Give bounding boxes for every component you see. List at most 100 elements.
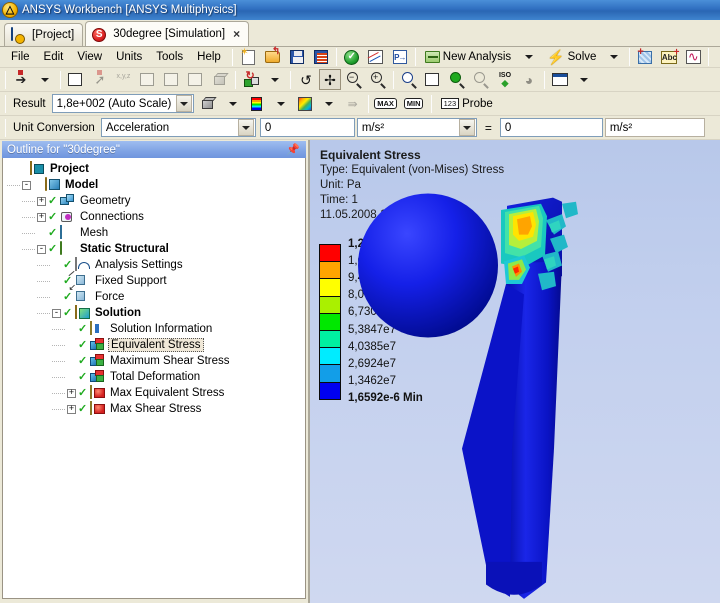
look-at-icon[interactable]: ◕ xyxy=(518,69,540,90)
body-select-icon[interactable] xyxy=(209,69,231,90)
tree-item-max-equivalent-stress[interactable]: + ✓ Max Equivalent Stress xyxy=(7,385,305,401)
uc-divider-0 xyxy=(5,118,6,137)
menu-units[interactable]: Units xyxy=(109,49,149,65)
chart-icon[interactable] xyxy=(365,47,387,68)
min-tag-icon[interactable]: MIN xyxy=(401,93,427,114)
parameters-icon[interactable]: P→ xyxy=(389,47,411,68)
tree-item-force[interactable]: ✓ Force xyxy=(7,289,305,305)
extend-selection-icon[interactable]: ➚ xyxy=(89,69,111,90)
menu-file[interactable]: File xyxy=(4,49,37,65)
legend-bands-icon[interactable] xyxy=(246,93,268,114)
save-icon[interactable] xyxy=(286,47,308,68)
tree-item-maximum-shear-stress[interactable]: ✓ Maximum Shear Stress xyxy=(7,353,305,369)
tree-item-fixed-support[interactable]: ✓ Fixed Support xyxy=(7,270,305,289)
select-mode-icon[interactable] xyxy=(65,69,87,90)
xyz-coordinate-icon[interactable]: x,y,z xyxy=(113,69,135,90)
legend-band-4 xyxy=(320,313,340,331)
open-folder-icon[interactable] xyxy=(262,46,284,68)
probe-button[interactable]: 123 Probe xyxy=(436,93,498,114)
face-select-icon[interactable] xyxy=(185,69,207,90)
geometry-dropdown[interactable] xyxy=(222,93,244,114)
legend-tick-label: 6,7309e7 xyxy=(348,306,396,319)
tree-expander-expand[interactable]: + xyxy=(67,388,76,398)
window-layout-dropdown[interactable] xyxy=(573,69,595,90)
rotate-dropdown[interactable] xyxy=(264,69,286,90)
tree-item-mesh[interactable]: ✓ Mesh xyxy=(7,225,305,241)
tree-expander-expand[interactable]: + xyxy=(67,404,76,414)
tree-item-solution[interactable]: - ✓ Solution xyxy=(7,305,305,321)
tree-expander-collapse[interactable]: - xyxy=(37,244,46,254)
menu-help[interactable]: Help xyxy=(190,49,228,65)
legend-band-6 xyxy=(320,348,340,366)
box-zoom-icon[interactable] xyxy=(398,69,420,90)
tree-item-connections[interactable]: + ✓ Connections xyxy=(7,209,305,225)
tree-expander-expand[interactable]: + xyxy=(37,212,46,222)
tree-item-label: Solution Information xyxy=(110,323,213,335)
tree-item-project[interactable]: ✓Project xyxy=(7,161,305,177)
menu-view[interactable]: View xyxy=(70,49,109,65)
window-layout-icon[interactable] xyxy=(549,69,571,90)
save-all-icon[interactable] xyxy=(310,47,332,68)
tree-item-geometry[interactable]: + ✓ Geometry xyxy=(7,193,305,209)
status-check-icon: ✓ xyxy=(78,322,88,335)
vertex-select-icon[interactable] xyxy=(137,69,159,90)
close-icon[interactable]: × xyxy=(233,27,240,41)
tree-expander-expand[interactable]: + xyxy=(37,196,46,206)
tree-item-max-shear-stress[interactable]: + ✓ Max Shear Stress xyxy=(7,401,305,417)
unit-quantity-combo[interactable]: Acceleration xyxy=(100,118,256,137)
tree-item-total-deformation[interactable]: ✓ Total Deformation xyxy=(7,369,305,385)
tab-simulation[interactable]: S 30degree [Simulation] × xyxy=(85,21,250,46)
outline-tree[interactable]: ✓Project-✓Model+✓Geometry+✓Connections✓M… xyxy=(2,158,306,599)
max-tag-icon[interactable]: MAX xyxy=(373,93,399,114)
edge-select-icon[interactable] xyxy=(161,69,183,90)
zoom-to-fit-icon[interactable] xyxy=(422,69,444,90)
vector-arrows-icon[interactable]: ⇛ xyxy=(342,93,364,114)
magnify-gray-icon[interactable] xyxy=(470,69,492,90)
menu-edit[interactable]: Edit xyxy=(37,49,71,65)
legend-dropdown[interactable] xyxy=(270,93,292,114)
legend-labels: 1,2116e8 Max 1,0769e8 9,4233e7 8,0771e7 6,73… xyxy=(348,237,423,407)
new-analysis-button[interactable]: New Analysis xyxy=(420,47,516,68)
new-document-icon[interactable] xyxy=(238,47,260,68)
solve-dropdown[interactable] xyxy=(603,47,625,68)
tree-expander-collapse[interactable]: - xyxy=(52,308,61,318)
tree-item-model[interactable]: -✓Model xyxy=(7,177,305,193)
tree-item-equivalent-stress[interactable]: ✓ Equivalent Stress xyxy=(7,337,305,353)
status-check-icon: ✓ xyxy=(78,354,88,367)
worksheet-icon[interactable] xyxy=(634,46,656,68)
solve-button[interactable]: ⚡ Solve xyxy=(542,47,601,68)
chevron-down-icon-quantity[interactable] xyxy=(237,119,254,136)
unit-from-combo[interactable]: m/s² xyxy=(356,118,477,137)
geometry-cube-icon[interactable] xyxy=(198,93,220,114)
green-check-icon[interactable]: ✓ xyxy=(341,47,363,68)
pan-icon[interactable]: ✢ xyxy=(319,69,341,90)
tree-item-static-structural[interactable]: - ✓ Static Structural xyxy=(7,241,305,257)
graph-wave-icon[interactable] xyxy=(682,47,704,68)
select-pointer-icon[interactable]: ➔ xyxy=(10,69,32,90)
graphics-viewport[interactable]: Equivalent Stress Type: Equivalent (von-… xyxy=(308,140,720,603)
select-pointer-dropdown[interactable] xyxy=(34,69,56,90)
tab-project[interactable]: [Project] xyxy=(4,23,84,46)
zoom-in-icon[interactable]: + xyxy=(367,69,389,90)
annotation-abc-icon[interactable]: Abc xyxy=(658,47,680,68)
tree-item-solution-information[interactable]: ✓ Solution Information xyxy=(7,321,305,337)
unit-input-value[interactable]: 0 xyxy=(259,118,355,137)
menu-tools[interactable]: Tools xyxy=(149,49,190,65)
rotate-cube-icon[interactable] xyxy=(240,69,262,90)
new-analysis-dropdown[interactable] xyxy=(518,47,540,68)
refresh-icon[interactable]: ↺ xyxy=(295,69,317,90)
chevron-down-icon-from[interactable] xyxy=(458,119,475,136)
result-icon xyxy=(90,370,106,384)
chevron-down-icon[interactable] xyxy=(175,95,192,112)
iso-view-icon[interactable]: ISO ◆ xyxy=(494,69,516,90)
contour-dropdown[interactable] xyxy=(318,93,340,114)
magnify-green-icon[interactable] xyxy=(446,69,468,90)
contour-rainbow-icon[interactable] xyxy=(294,93,316,114)
result-scale-combo[interactable]: 1,8e+002 (Auto Scale) xyxy=(51,94,194,113)
zoom-out-icon[interactable]: − xyxy=(343,69,365,90)
tree-expander-collapse[interactable]: - xyxy=(22,180,31,190)
tree-item-analysis-settings[interactable]: ✓ Analysis Settings xyxy=(7,257,305,273)
pin-icon[interactable]: 📌 xyxy=(286,143,303,156)
